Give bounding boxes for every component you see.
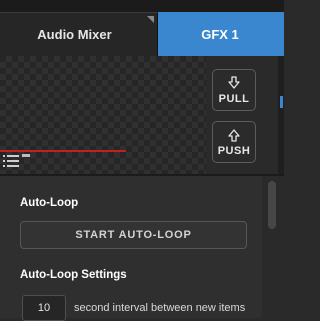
right-edge-marker bbox=[280, 96, 283, 108]
push-button[interactable]: PUSH bbox=[212, 121, 256, 163]
pull-button[interactable]: PULL bbox=[212, 69, 256, 111]
arrow-up-outline-icon bbox=[228, 128, 240, 142]
top-strip bbox=[0, 0, 284, 12]
start-auto-loop-button[interactable]: START AUTO-LOOP bbox=[20, 221, 247, 249]
tab-audio-mixer[interactable]: Audio Mixer bbox=[0, 12, 158, 56]
interval-seconds-input[interactable] bbox=[22, 295, 66, 321]
autoloop-settings-heading: Auto-Loop Settings bbox=[20, 269, 127, 281]
tab-audio-mixer-label: Audio Mixer bbox=[37, 27, 112, 42]
tab-gfx-1-label: GFX 1 bbox=[201, 26, 239, 42]
pull-button-label: PULL bbox=[218, 92, 250, 105]
preview-resize-handle[interactable] bbox=[22, 154, 30, 157]
scrollbar-thumb[interactable] bbox=[268, 181, 276, 229]
interval-label: second interval between new items bbox=[74, 302, 246, 314]
graphics-preview bbox=[0, 56, 206, 174]
push-button-label: PUSH bbox=[217, 144, 251, 157]
live-indicator-line bbox=[0, 150, 126, 152]
list-menu-icon[interactable] bbox=[3, 154, 21, 170]
arrow-down-outline-icon bbox=[228, 75, 240, 89]
right-edge-panel bbox=[278, 56, 284, 174]
autoloop-heading: Auto-Loop bbox=[20, 197, 79, 209]
tab-corner-indicator bbox=[147, 16, 154, 23]
tab-gfx-1[interactable]: GFX 1 bbox=[158, 12, 284, 56]
